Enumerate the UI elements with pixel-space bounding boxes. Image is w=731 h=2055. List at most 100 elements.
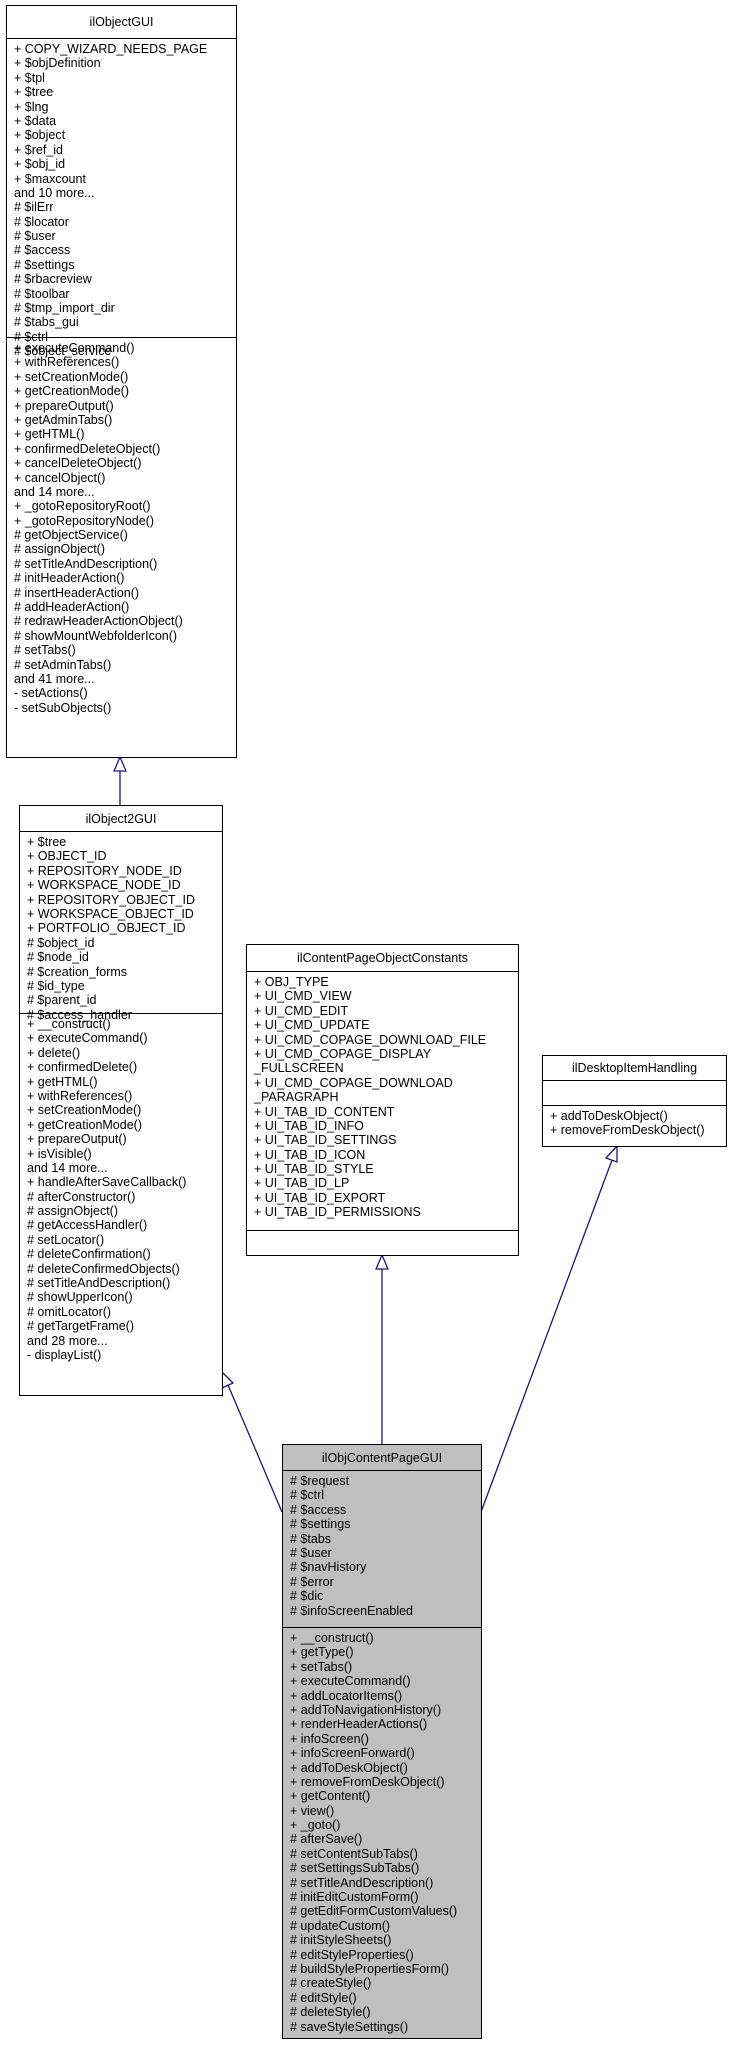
operation: + confirmedDelete() bbox=[27, 1060, 138, 1075]
attribute: + $maxcount bbox=[14, 171, 86, 186]
attribute: + $lng bbox=[14, 99, 49, 114]
operation: and 14 more... bbox=[27, 1160, 108, 1175]
class-ilObject2GUI[interactable]: ilObject2GUI + $tree + OBJECT_ID + REPOSITO… bbox=[19, 805, 223, 1396]
attribute: + $tree bbox=[27, 835, 67, 849]
attribute: and 10 more... bbox=[14, 185, 95, 200]
attribute: _PARAGRAPH bbox=[254, 1090, 339, 1105]
operation: # setTitleAndDescription() bbox=[290, 1875, 434, 1890]
operation: and 41 more... bbox=[14, 671, 95, 686]
operation: # afterConstructor() bbox=[27, 1189, 136, 1204]
attribute: + COPY_WIZARD_NEEDS_PAGE bbox=[14, 42, 208, 56]
operation: - setActions() bbox=[14, 686, 88, 701]
attribute: + REPOSITORY_NODE_ID bbox=[27, 863, 182, 878]
attribute: + UI_TAB_ID_ICON bbox=[254, 1147, 366, 1162]
operation: + cancelDeleteObject() bbox=[14, 456, 142, 471]
operation: and 28 more... bbox=[27, 1333, 108, 1348]
attribute: + PORTFOLIO_OBJECT_ID bbox=[27, 921, 186, 936]
operation: # buildStylePropertiesForm() bbox=[290, 1961, 450, 1976]
attributes-section: + $tree + OBJECT_ID + REPOSITORY_NODE_ID + … bbox=[20, 832, 222, 1022]
attribute: # $creation_forms bbox=[27, 964, 128, 979]
operation: + withReferences() bbox=[14, 355, 120, 370]
attribute: + WORKSPACE_OBJECT_ID bbox=[27, 906, 194, 921]
attribute: # $locator bbox=[14, 214, 69, 229]
operation: + removeFromDeskObject() bbox=[290, 1774, 445, 1789]
attribute: + UI_CMD_COPAGE_DOWNLOAD bbox=[254, 1075, 453, 1090]
attribute: # $toolbar bbox=[14, 286, 70, 301]
attribute: # $rbacreview bbox=[14, 272, 92, 287]
class-ilObjectGUI[interactable]: ilObjectGUI + COPY_WIZARD_NEEDS_PAGE + $ob… bbox=[6, 5, 237, 758]
class-ilObjContentPageGUI[interactable]: ilObjContentPageGUI # $request # $ctrl # $a… bbox=[282, 1444, 482, 2039]
attribute: + WORKSPACE_NODE_ID bbox=[27, 878, 181, 893]
operation: # updateCustom() bbox=[290, 1918, 391, 1933]
operation: + addToDeskObject() bbox=[290, 1760, 408, 1775]
operation: + _goto() bbox=[290, 1818, 341, 1833]
operation: # editStyleProperties() bbox=[290, 1947, 414, 1962]
attribute: + $tpl bbox=[14, 70, 45, 85]
operation: # insertHeaderAction() bbox=[14, 585, 140, 600]
edge-ilObjContentPageGUI-ilObject2GUI bbox=[227, 1384, 283, 1513]
operation: + getAdminTabs() bbox=[14, 412, 113, 427]
operation: # omitLocator() bbox=[27, 1304, 112, 1319]
attribute: + $object bbox=[14, 128, 66, 143]
attribute: # $node_id bbox=[27, 950, 89, 965]
attribute: + UI_CMD_COPAGE_DOWNLOAD_FILE bbox=[254, 1032, 487, 1047]
attribute: # $request bbox=[290, 1474, 350, 1488]
attribute: + UI_TAB_ID_LP bbox=[254, 1176, 350, 1191]
operation: # setLocator() bbox=[27, 1232, 105, 1247]
operations-section: + addToDeskObject() + removeFromDeskObjec… bbox=[543, 1106, 726, 1138]
attributes-section bbox=[543, 1081, 726, 1106]
attribute: + $obj_id bbox=[14, 157, 66, 172]
attribute: # $navHistory bbox=[290, 1560, 367, 1575]
attribute: + UI_TAB_ID_STYLE bbox=[254, 1162, 374, 1177]
operation: + confirmedDeleteObject() bbox=[14, 441, 161, 456]
attribute: # $error bbox=[290, 1574, 334, 1589]
operation: and 14 more... bbox=[14, 484, 95, 499]
operation: + addToDeskObject() bbox=[550, 1109, 668, 1123]
attribute: + UI_TAB_ID_EXPORT bbox=[254, 1190, 386, 1205]
operation: # addHeaderAction() bbox=[14, 600, 130, 615]
attribute: + $data bbox=[14, 113, 57, 128]
operation: # afterSave() bbox=[290, 1832, 363, 1847]
operation: + _gotoRepositoryNode() bbox=[14, 513, 155, 528]
attribute: # $ilErr bbox=[14, 200, 54, 215]
operation: + setCreationMode() bbox=[14, 369, 129, 384]
attribute: # $settings bbox=[14, 257, 75, 272]
operation: + renderHeaderActions() bbox=[290, 1717, 428, 1732]
arrowhead-constants bbox=[375, 1253, 389, 1270]
attribute: + $tree bbox=[14, 85, 54, 100]
operation: # setAdminTabs() bbox=[14, 657, 112, 672]
operation: + cancelObject() bbox=[14, 470, 106, 485]
attribute: # $ctrl bbox=[290, 1488, 325, 1503]
operation: # setSettingsSubTabs() bbox=[290, 1861, 420, 1876]
attributes-section: # $request # $ctrl # $access # $settings # $… bbox=[283, 1471, 481, 1628]
operation: + __construct() bbox=[290, 1631, 374, 1645]
operation: + addToNavigationHistory() bbox=[290, 1702, 442, 1717]
operation: + isVisible() bbox=[27, 1146, 92, 1161]
operation: # setTabs() bbox=[14, 643, 76, 658]
operation: + executeCommand() bbox=[290, 1674, 411, 1689]
attribute: + OBJECT_ID bbox=[27, 849, 107, 864]
operation: # setTitleAndDescription() bbox=[27, 1276, 171, 1291]
attribute: # $dic bbox=[290, 1589, 324, 1604]
operation: # getTargetFrame() bbox=[27, 1319, 134, 1334]
operation: # deleteConfirmation() bbox=[27, 1247, 151, 1262]
class-ilDesktopItemHandling[interactable]: ilDesktopItemHandling + addToDeskObject()… bbox=[542, 1055, 727, 1147]
attributes-section: + COPY_WIZARD_NEEDS_PAGE + $objDefinition… bbox=[7, 39, 236, 358]
operation: # initEditCustomForm() bbox=[290, 1890, 419, 1905]
attribute: + REPOSITORY_OBJECT_ID bbox=[27, 892, 195, 907]
operation: + withReferences() bbox=[27, 1088, 133, 1103]
attribute: + $objDefinition bbox=[14, 56, 101, 71]
attribute: + UI_CMD_VIEW bbox=[254, 989, 352, 1004]
attribute: # $user bbox=[14, 229, 56, 244]
operation: # saveStyleSettings() bbox=[290, 2019, 409, 2034]
operation: + prepareOutput() bbox=[14, 398, 114, 413]
attribute: + UI_TAB_ID_PERMISSIONS bbox=[254, 1205, 421, 1220]
operation: # editStyle() bbox=[290, 1990, 357, 2005]
attribute: # $tabs_gui bbox=[14, 315, 79, 330]
operation: # assignObject() bbox=[14, 542, 106, 557]
attribute: _FULLSCREEN bbox=[254, 1061, 344, 1076]
class-ilContentPageObjectConstants[interactable]: ilContentPageObjectConstants + OBJ_TYPE + … bbox=[246, 944, 519, 1256]
operation: - setSubObjects() bbox=[14, 700, 112, 715]
operation: + view() bbox=[290, 1803, 335, 1818]
operations-section bbox=[247, 1231, 518, 1234]
